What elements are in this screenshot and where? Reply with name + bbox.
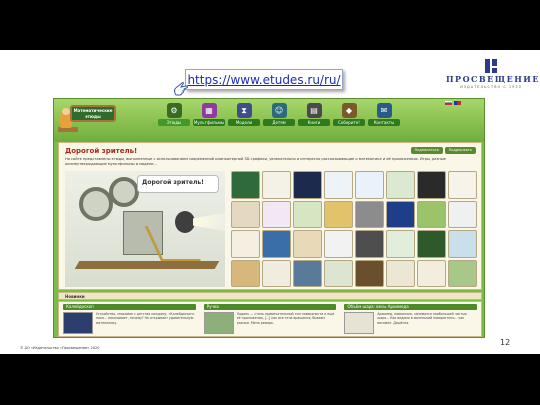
news-item-title[interactable]: Калейдоскоп [63, 304, 196, 310]
etude-thumbnail[interactable] [448, 200, 477, 228]
news-item-text: Архимед, наверняка, занимался наибольшей… [377, 312, 467, 325]
etude-thumbnail[interactable] [448, 171, 477, 199]
news-item-text: Устройство, знакомое с детства каждому, … [96, 312, 195, 325]
nav-item[interactable]: ✉ Контакты [368, 103, 400, 126]
etude-thumbnail[interactable] [386, 200, 415, 228]
slide: ПРОСВЕЩЕНИЕ ИЗДАТЕЛЬСТВО С 1930 https://… [0, 50, 540, 354]
etude-thumbnail[interactable] [355, 171, 384, 199]
nav-item[interactable]: ◆ Соберите! [333, 103, 365, 126]
etude-thumbnail[interactable] [448, 259, 477, 287]
site-header: Математические этюды ⚙ Этюды ▦ Мультфильмы ⧗… [54, 99, 484, 142]
film-reel-icon [109, 177, 139, 207]
news-item-title[interactable]: Объём шара: весы Архимеда [344, 304, 478, 310]
speech-bubble: Дорогой зритель! [137, 175, 219, 193]
news-item-image[interactable] [63, 312, 93, 334]
site-logo-text: Математические этюды [70, 105, 116, 122]
etude-thumbnail[interactable] [293, 200, 322, 228]
etude-thumbnail[interactable] [293, 171, 322, 199]
subscribe-button[interactable]: Подписаться [410, 147, 443, 154]
news-heading: Новинки [58, 292, 482, 300]
hourglass-icon: ⧗ [236, 103, 252, 118]
etude-thumbnail[interactable] [355, 200, 384, 228]
etude-thumbnail[interactable] [324, 200, 353, 228]
etude-thumbnail[interactable] [417, 230, 446, 258]
etude-thumbnail[interactable] [324, 230, 353, 258]
news-item[interactable]: Ручка Ладонь — столь примечательный тип п… [200, 302, 341, 336]
etude-thumbnail[interactable] [262, 259, 291, 287]
etude-thumbnail[interactable] [417, 171, 446, 199]
etude-thumbnail[interactable] [262, 200, 291, 228]
etude-thumbnail[interactable] [386, 230, 415, 258]
nav-item-label: Книги [298, 119, 330, 126]
website-screenshot: Математические этюды ⚙ Этюды ▦ Мультфильмы ⧗… [53, 98, 485, 338]
url-link[interactable]: https://www.etudes.ru/ru/ [185, 69, 343, 90]
etude-thumbnail[interactable] [386, 259, 415, 287]
content-title: Дорогой зритель! [65, 147, 138, 155]
film-icon: ▦ [201, 103, 217, 118]
nav-item-label: Мультфильмы [193, 119, 225, 126]
projector-illustration[interactable]: Дорогой зритель! [65, 171, 225, 287]
film-reel-icon [79, 187, 113, 221]
etude-thumbnail[interactable] [262, 230, 291, 258]
book-icon: ▤ [306, 103, 322, 118]
etude-thumbnail[interactable] [324, 171, 353, 199]
copyright: © АО «Издательство «Просвещение» 2020 [20, 346, 100, 350]
etude-thumbnail[interactable] [262, 171, 291, 199]
hand-pointer-icon [174, 82, 188, 96]
etude-thumbnail-grid [231, 171, 477, 287]
nav-item-label: Модели [228, 119, 260, 126]
language-flags [443, 101, 461, 105]
content-panel: Дорогой зритель! Подписаться Поддержать … [58, 142, 482, 290]
page-number: 12 [500, 338, 511, 347]
flag-en-icon[interactable] [454, 101, 461, 105]
gears-icon: ⚙ [166, 103, 182, 118]
nav-item-label: Соберите! [333, 119, 365, 126]
nav-item[interactable]: ☺ Детям [263, 103, 295, 126]
etude-thumbnail[interactable] [231, 230, 260, 258]
publisher-name: ПРОСВЕЩЕНИЕ [446, 74, 540, 84]
etude-thumbnail[interactable] [417, 259, 446, 287]
etude-thumbnail[interactable] [355, 259, 384, 287]
nav-item[interactable]: ▦ Мультфильмы [193, 103, 225, 126]
etude-thumbnail[interactable] [324, 259, 353, 287]
nav-item-label: Этюды [158, 119, 190, 126]
top-buttons: Подписаться Поддержать [409, 147, 476, 154]
news-item-image[interactable] [203, 312, 234, 334]
etude-thumbnail[interactable] [231, 259, 260, 287]
nav-item-label: Детям [263, 119, 295, 126]
etude-thumbnail[interactable] [417, 200, 446, 228]
shape-icon: ◆ [341, 103, 357, 118]
nav-item[interactable]: ⧗ Модели [228, 103, 260, 126]
etude-thumbnail[interactable] [231, 171, 260, 199]
nav-item-label: Контакты [368, 119, 400, 126]
etude-thumbnail[interactable] [293, 259, 322, 287]
support-button[interactable]: Поддержать [444, 147, 476, 154]
news-list: Калейдоскоп Устройство, знакомое с детств… [58, 301, 482, 337]
news-item[interactable]: Калейдоскоп Устройство, знакомое с детств… [59, 302, 200, 336]
projector-lamp-icon [175, 211, 195, 233]
news-item-title[interactable]: Ручка [203, 304, 337, 310]
news-item-text: Ладонь — столь примечательный тип поверх… [236, 312, 335, 325]
etude-thumbnail[interactable] [386, 171, 415, 199]
light-beam [193, 213, 225, 231]
etude-thumbnail[interactable] [448, 230, 477, 258]
etude-thumbnail[interactable] [293, 230, 322, 258]
contacts-icon: ✉ [376, 103, 392, 118]
publisher-logo: ПРОСВЕЩЕНИЕ ИЗДАТЕЛЬСТВО С 1930 [446, 59, 540, 93]
publisher-since: ИЗДАТЕЛЬСТВО С 1930 [460, 85, 522, 89]
news-item-image[interactable] [344, 312, 375, 334]
news-item[interactable]: Объём шара: весы Архимеда Архимед, наверн… [340, 302, 481, 336]
nav-item[interactable]: ⚙ Этюды [158, 103, 190, 126]
publisher-logo-icon [485, 59, 497, 73]
site-logo[interactable]: Математические этюды [58, 102, 118, 139]
nav-item[interactable]: ▤ Книги [298, 103, 330, 126]
projector-base [74, 261, 220, 269]
site-nav: ⚙ Этюды ▦ Мультфильмы ⧗ Модели ☺ Детям ▤ Книги ◆ Со… [158, 103, 403, 126]
etude-thumbnail[interactable] [355, 230, 384, 258]
projector-frame [144, 226, 202, 262]
flag-ru-icon[interactable] [445, 101, 452, 105]
robot-icon: ☺ [271, 103, 287, 118]
intro-text: На сайте представлены этюды, выполненные… [65, 157, 446, 166]
etude-thumbnail[interactable] [231, 200, 260, 228]
